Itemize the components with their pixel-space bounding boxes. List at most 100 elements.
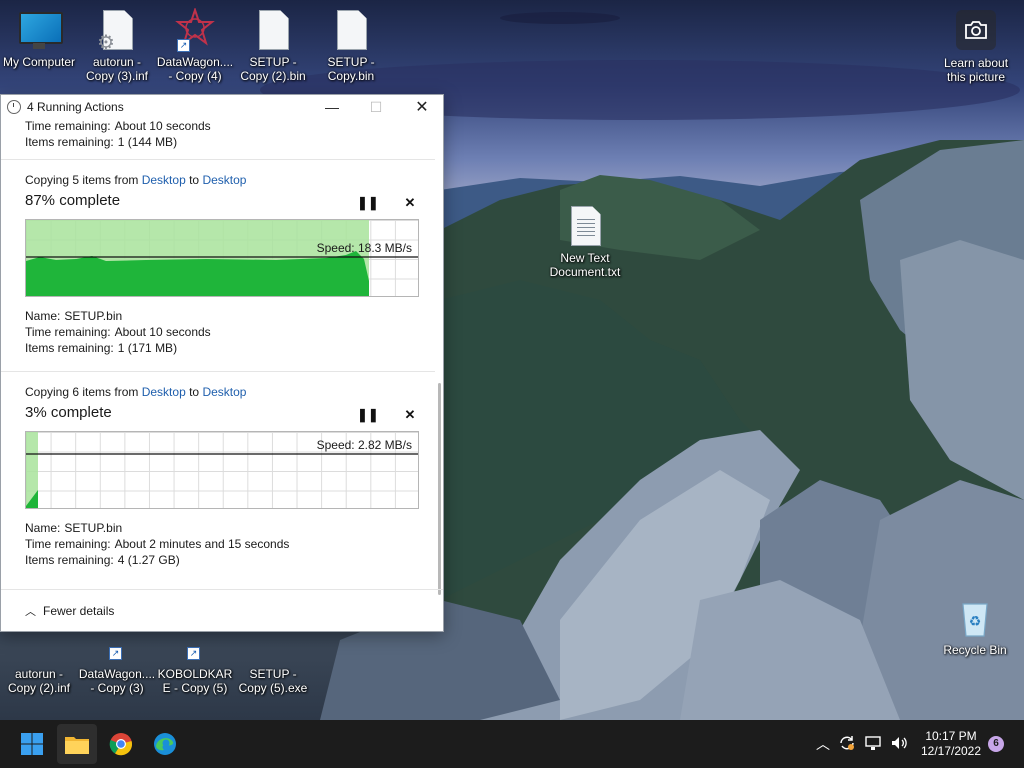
time-remaining-row: Time remaining: About 10 seconds [25, 325, 211, 339]
desktop-icon-label: Recycle Bin [943, 643, 1007, 657]
name-label: Name: [25, 521, 61, 535]
chrome-icon [109, 733, 133, 756]
desktop-icon-new-text-document[interactable]: New Text Document.txt [546, 204, 624, 279]
recycle-bin-icon: ♻ [953, 596, 997, 640]
fewer-details-button[interactable]: ︿ Fewer details [25, 603, 114, 619]
scrollbar-thumb[interactable] [438, 383, 441, 595]
title-bar[interactable]: 4 Running Actions — ☐ ✕ [1, 95, 443, 119]
items-remaining-row: Items remaining: 1 (144 MB) [25, 135, 177, 149]
to-label: to [189, 173, 200, 187]
chevron-up-icon[interactable]: ︿ [816, 734, 830, 754]
speed-label: Speed: 2.82 MB/s [316, 438, 412, 452]
computer-icon [17, 8, 63, 52]
edge-icon [154, 733, 176, 755]
clock-time: 10:17 PM [925, 729, 977, 743]
start-icon [21, 733, 43, 755]
divider [1, 589, 443, 590]
desktop-icon-label: KOBOLDKARE - Copy (5) [157, 667, 233, 695]
source-link[interactable]: Desktop [142, 173, 186, 187]
datawagon-shortcut-icon: ↗ [173, 8, 217, 52]
chrome-button[interactable] [101, 724, 141, 764]
copy-operation-header: Copying 6 items from Desktop to Desktop [25, 385, 246, 399]
desktop-icon-label: autorun - Copy (3).inf [85, 55, 149, 83]
start-button[interactable] [12, 724, 52, 764]
speed-label: Speed: 18.3 MB/s [316, 241, 412, 255]
name-value: SETUP.bin [64, 521, 123, 535]
desktop-icon-label: My Computer [2, 55, 76, 69]
source-link[interactable]: Desktop [142, 385, 186, 399]
time-remaining-value: About 10 seconds [114, 325, 211, 339]
file-icon [329, 8, 373, 52]
items-remaining-row: Items remaining: 1 (171 MB) [25, 341, 177, 355]
volume-icon[interactable] [890, 734, 908, 755]
desktop-icon-label: SETUP - Copy (5).exe [238, 667, 308, 695]
items-remaining-label: Items remaining: [25, 341, 114, 355]
items-remaining-row: Items remaining: 4 (1.27 GB) [25, 553, 180, 567]
maximize-button[interactable]: ☐ [353, 95, 399, 119]
desktop-icon-recycle-bin[interactable]: ♻ Recycle Bin [936, 596, 1014, 657]
desktop-icon-setup-copy-bin[interactable]: SETUP - Copy.bin [312, 8, 390, 83]
desktop-icon-label: DataWagon.... - Copy (4) [156, 55, 234, 83]
notification-badge[interactable]: 6 [988, 736, 1004, 752]
taskbar: ︿ 10:17 PM 12/17/2022 6 [0, 720, 1024, 768]
items-remaining-value: 1 (171 MB) [117, 341, 178, 355]
name-value: SETUP.bin [64, 309, 123, 323]
copy-description: Copying 6 items from [25, 385, 139, 399]
speed-graph: Speed: 2.82 MB/s [25, 431, 419, 509]
percent-complete: 3% complete [25, 404, 112, 421]
network-icon[interactable] [864, 734, 882, 755]
divider [1, 159, 435, 160]
time-remaining-row: Time remaining: About 2 minutes and 15 se… [25, 537, 289, 551]
time-remaining-label: Time remaining: [25, 119, 111, 133]
time-remaining-label: Time remaining: [25, 325, 111, 339]
pause-button[interactable]: ❚❚ [357, 196, 379, 210]
desktop-icon-label: SETUP - Copy.bin [327, 55, 375, 83]
close-button[interactable]: ✕ [399, 95, 443, 119]
desktop-icon-my-computer[interactable]: My Computer [0, 8, 78, 69]
minimize-button[interactable]: — [309, 95, 355, 119]
clock-date: 12/17/2022 [920, 744, 982, 758]
copy-description: Copying 5 items from [25, 173, 139, 187]
cancel-button[interactable]: ✕ [403, 196, 417, 210]
time-remaining-value: About 2 minutes and 15 seconds [114, 537, 290, 551]
learn-about-picture[interactable]: Learn about this picture [938, 10, 1014, 84]
name-label: Name: [25, 309, 61, 323]
running-actions-window: 4 Running Actions — ☐ ✕ Time remaining: A… [0, 94, 444, 632]
name-row: Name: SETUP.bin [25, 521, 122, 535]
destination-link[interactable]: Desktop [202, 173, 246, 187]
settings-file-icon: ⚙ [95, 8, 139, 54]
desktop-icon-label: autorun - Copy (2).inf [7, 667, 71, 695]
desktop-icon-label: SETUP - Copy (2).bin [240, 55, 306, 83]
fewer-details-label: Fewer details [43, 604, 115, 618]
desktop-icon-label: DataWagon.... - Copy (3) [78, 667, 156, 695]
items-remaining-label: Items remaining: [25, 553, 114, 567]
clock[interactable]: 10:17 PM 12/17/2022 [916, 729, 986, 759]
svg-text:♻: ♻ [969, 613, 982, 629]
window-title: 4 Running Actions [27, 100, 124, 114]
file-explorer-button[interactable] [57, 724, 97, 764]
camera-icon [956, 10, 996, 50]
items-remaining-label: Items remaining: [25, 135, 114, 149]
scrollbar[interactable] [435, 119, 443, 595]
desktop-icon-label: New Text Document.txt [549, 251, 621, 279]
divider [1, 371, 435, 372]
cancel-button[interactable]: ✕ [403, 408, 417, 422]
actions-list: Time remaining: About 10 seconds Items re… [1, 119, 435, 589]
desktop-icon-datawagon-copy-4[interactable]: ↗ DataWagon.... - Copy (4) [156, 8, 234, 83]
sync-icon[interactable] [838, 734, 856, 755]
time-remaining-label: Time remaining: [25, 537, 111, 551]
speed-graph: Speed: 18.3 MB/s [25, 219, 419, 297]
chevron-up-icon: ︿ [25, 606, 36, 618]
destination-link[interactable]: Desktop [202, 385, 246, 399]
pause-button[interactable]: ❚❚ [357, 408, 379, 422]
items-remaining-value: 1 (144 MB) [117, 135, 178, 149]
learn-about-label: Learn about this picture [943, 56, 1009, 84]
to-label: to [189, 385, 200, 399]
desktop-icon-autorun-copy-3[interactable]: ⚙ autorun - Copy (3).inf [78, 8, 156, 83]
desktop-icon-setup-copy-2-bin[interactable]: SETUP - Copy (2).bin [234, 8, 312, 83]
name-row: Name: SETUP.bin [25, 309, 122, 323]
file-icon [251, 8, 295, 52]
edge-button[interactable] [145, 724, 185, 764]
text-file-icon [563, 204, 607, 248]
time-remaining-value: About 10 seconds [114, 119, 211, 133]
